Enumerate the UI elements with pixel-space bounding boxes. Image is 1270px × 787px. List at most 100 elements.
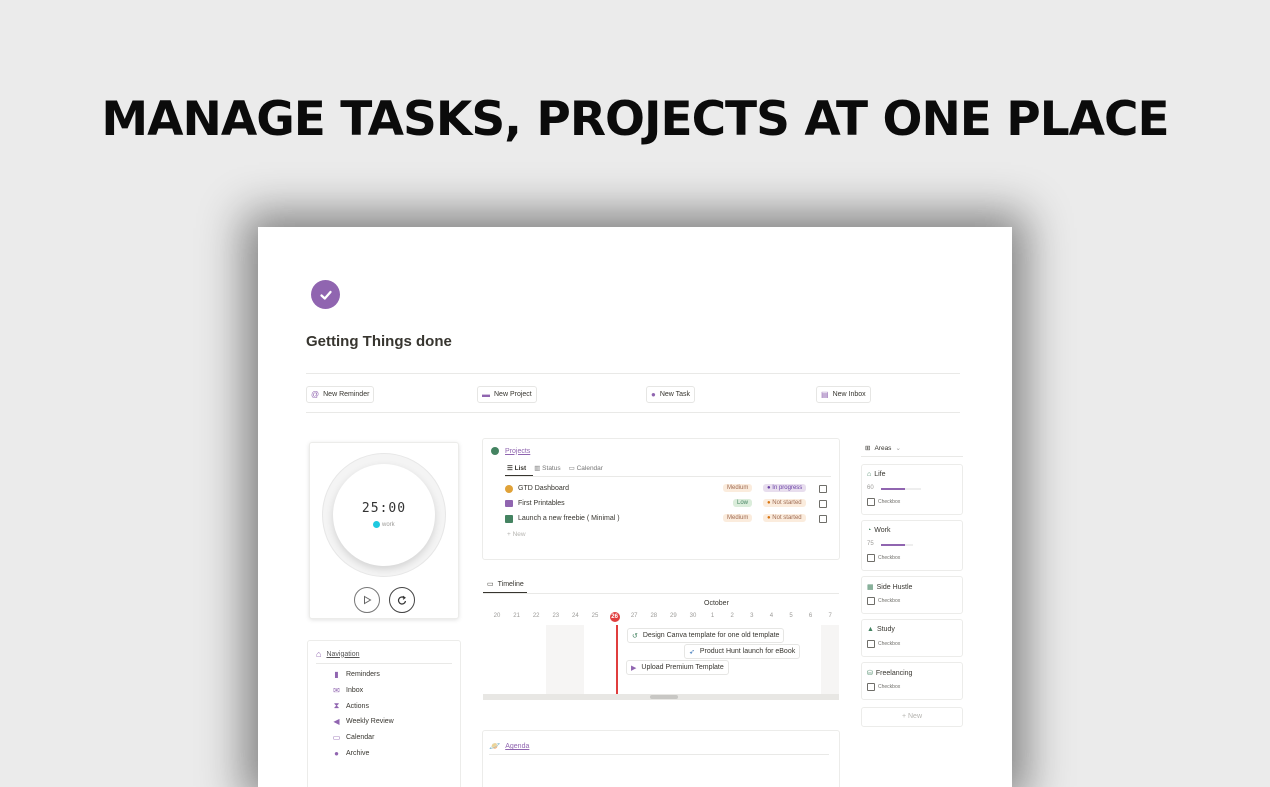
area-name: ⛁ Freelancing	[867, 669, 913, 678]
tab-status[interactable]: ▥ Status	[534, 464, 560, 472]
area-card-side-hustle[interactable]: ▦ Side Hustle Checkbox	[861, 576, 963, 614]
checkbox[interactable]	[867, 683, 875, 691]
timeline-month: October	[704, 600, 729, 607]
timeline-day: 20	[493, 613, 501, 619]
timer-ring: 25:00 work	[323, 454, 445, 576]
status-badge: ● Not started	[763, 514, 806, 522]
nav-item-calendar[interactable]: ▭ Calendar	[332, 730, 394, 746]
timeline-scrollbar[interactable]	[483, 694, 839, 700]
play-button[interactable]	[354, 587, 380, 613]
areas-header[interactable]: ⊞ Areas ⌄	[865, 444, 901, 453]
hourglass-icon: ⧗	[333, 701, 340, 711]
board-icon: ▥	[534, 465, 541, 472]
new-inbox-button[interactable]: ▤ New Inbox	[816, 386, 871, 403]
progress-fill	[881, 544, 905, 546]
checkbox[interactable]	[867, 640, 875, 648]
area-card-life[interactable]: ⌂ Life 60 Checkbox	[861, 464, 963, 515]
divider	[489, 754, 829, 755]
bookmark-icon: ▮	[334, 670, 339, 680]
timeline-item[interactable]: ➶ Product Hunt launch for eBook	[684, 644, 801, 659]
timeline-day: 22	[532, 613, 540, 619]
navigation-title-link[interactable]: Navigation	[326, 651, 359, 658]
projects-title-link[interactable]: Projects	[505, 448, 530, 455]
pie-chart-icon: ◔	[867, 527, 872, 534]
timeline-day: 3	[750, 613, 754, 619]
project-checkbox[interactable]	[819, 500, 827, 508]
inbox-icon: ✉	[333, 686, 340, 696]
status-badge: ● In progress	[763, 484, 807, 492]
planet-icon: 🪐	[489, 741, 501, 751]
area-card-work[interactable]: ◔ Work 75 Checkbox	[861, 520, 963, 571]
nav-item-reminders[interactable]: ▮ Reminders	[332, 667, 394, 683]
area-checkbox[interactable]: Checkbox	[867, 597, 900, 605]
play-icon	[364, 595, 372, 605]
check-circle-page-icon[interactable]	[311, 280, 340, 309]
scrollbar-thumb[interactable]	[650, 695, 678, 699]
divider	[861, 456, 963, 457]
area-checkbox[interactable]: Checkbox	[867, 640, 900, 648]
list-icon: ☰	[507, 465, 513, 472]
timeline-item[interactable]: ▶ Upload Premium Template	[626, 660, 729, 675]
navigation-panel: ⌂ Navigation ▮ Reminders ✉ Inbox ⧗ Actions …	[307, 640, 461, 787]
area-name: ◔ Work	[867, 527, 891, 534]
notion-page-card: Getting Things done @ New Reminder ▬ New P…	[258, 227, 1012, 787]
at-icon: @	[311, 390, 320, 399]
timeline-day: 30	[689, 613, 697, 619]
area-progress: 75	[867, 541, 913, 547]
view-tabs: ☰ List ▥ Status ▭ Calendar	[507, 464, 603, 472]
tab-calendar[interactable]: ▭ Calendar	[569, 464, 603, 472]
projects-icon	[491, 447, 499, 455]
checkbox[interactable]	[867, 597, 875, 605]
archive-icon: ●	[334, 748, 339, 758]
chevron-down-icon: ⌄	[895, 445, 901, 452]
tab-timeline[interactable]: ▭ Timeline	[487, 580, 524, 589]
project-row[interactable]: GTD Dashboard Medium ● In progress	[505, 484, 831, 498]
new-project-button[interactable]: ▬ New Project	[477, 386, 537, 403]
pomodoro-timer-widget: 25:00 work	[309, 442, 459, 619]
nav-item-weekly-review[interactable]: ◀ Weekly Review	[332, 714, 393, 730]
new-area-button[interactable]: + New	[861, 707, 963, 727]
project-row[interactable]: First Printables Low ● Not started	[505, 499, 831, 513]
headline: MANAGE TASKS, PROJECTS AT ONE PLACE	[101, 92, 1169, 147]
nav-item-archive[interactable]: ● Archive	[332, 745, 394, 761]
timeline-day: 28	[650, 613, 658, 619]
checkbox[interactable]	[867, 498, 875, 506]
timeline-day: 29	[670, 613, 677, 619]
timer-face: 25:00 work	[333, 464, 435, 566]
nav-item-inbox[interactable]: ✉ Inbox	[332, 683, 394, 699]
area-checkbox[interactable]: Checkbox	[867, 498, 900, 506]
folder-icon: ▬	[482, 390, 490, 399]
today-line	[616, 625, 618, 695]
priority-badge: Medium	[723, 514, 753, 522]
area-card-freelancing[interactable]: ⛁ Freelancing Checkbox	[861, 662, 963, 700]
timeline-day: 24	[572, 613, 579, 619]
home-icon: ⌂	[316, 649, 322, 659]
checkbox[interactable]	[867, 554, 875, 562]
project-checkbox[interactable]	[819, 515, 827, 523]
project-row[interactable]: Launch a new freebie ( Minimal ) Medium …	[505, 514, 831, 528]
area-progress: 60	[867, 485, 921, 491]
area-checkbox[interactable]: Checkbox	[867, 683, 900, 691]
navigation-list: ▮ Reminders ✉ Inbox ⧗ Actions ◀ Weekly Revie…	[332, 667, 394, 761]
new-project-row-button[interactable]: + New	[507, 531, 526, 538]
new-reminder-button[interactable]: @ New Reminder	[306, 386, 375, 403]
area-checkbox[interactable]: Checkbox	[867, 554, 900, 562]
rocket-icon: ➶	[689, 648, 695, 656]
mode-dot	[373, 521, 381, 528]
area-card-study[interactable]: ▲ Study Checkbox	[861, 619, 963, 657]
new-task-button[interactable]: ● New Task	[646, 386, 696, 403]
reset-button[interactable]	[389, 587, 415, 613]
graduation-cap-icon: ▲	[867, 626, 874, 633]
agenda-panel: 🪐 Agenda	[482, 730, 840, 787]
nav-item-actions[interactable]: ⧗ Actions	[332, 698, 394, 714]
agenda-header: 🪐 Agenda	[489, 741, 529, 752]
timeline-day: 21	[513, 613, 520, 619]
globe-icon	[505, 485, 513, 493]
timeline-item[interactable]: ↺ Design Canva template for one old temp…	[627, 628, 785, 643]
project-checkbox[interactable]	[819, 485, 827, 493]
timeline-day: 23	[552, 613, 560, 619]
agenda-title-link[interactable]: Agenda	[505, 743, 529, 750]
timeline-today-marker: 26	[609, 612, 620, 622]
grid-icon: ⊞	[865, 445, 871, 452]
tab-list[interactable]: ☰ List	[507, 464, 526, 472]
